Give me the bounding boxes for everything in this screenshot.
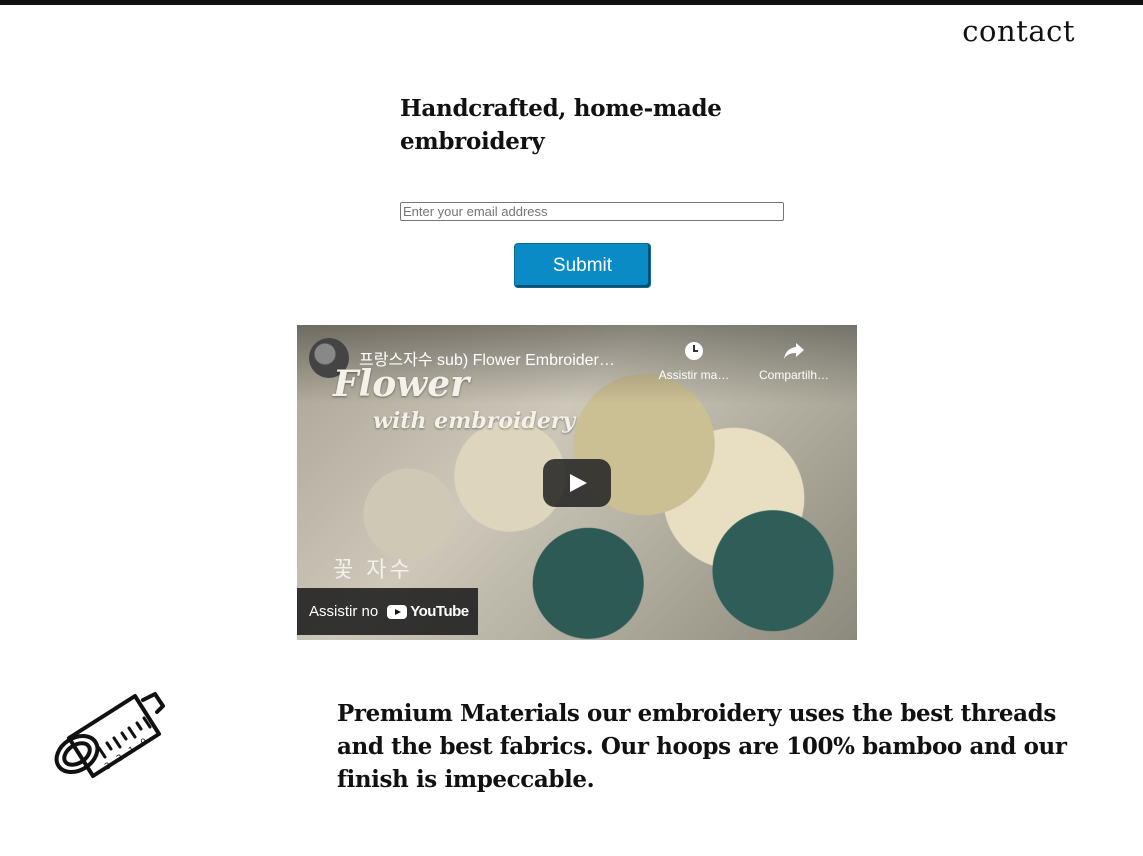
email-field[interactable]: [400, 202, 784, 221]
thumbnail-text-korean: 꽃 자수: [333, 558, 413, 583]
submit-button[interactable]: Submit: [515, 244, 650, 287]
youtube-logo-text: YouTube: [410, 603, 469, 620]
clock-icon: [653, 337, 735, 363]
watch-later-label: Assistir ma…: [658, 368, 730, 382]
share-button[interactable]: Compartilh…: [753, 337, 835, 382]
youtube-video-embed[interactable]: 프랑스자수 sub) Flower Embroider… Assistir ma…: [297, 325, 857, 640]
watch-on-youtube-button[interactable]: Assistir no YouTube: [297, 588, 478, 635]
watch-later-button[interactable]: Assistir ma…: [653, 337, 735, 382]
share-icon: [753, 337, 835, 363]
youtube-logo-icon: YouTube: [387, 603, 469, 620]
watch-on-label: Assistir no: [309, 603, 379, 620]
play-button[interactable]: [543, 459, 611, 507]
feature-description: Premium Materials our embroidery uses th…: [337, 700, 1067, 793]
thumbnail-text-flower: Flower: [333, 363, 470, 405]
share-label: Compartilh…: [758, 368, 830, 382]
contact-link[interactable]: contact: [962, 14, 1075, 48]
sewing-ruler-icon: 3 2 1 0: [54, 692, 165, 778]
thumbnail-text-embroidery: with embroidery: [373, 408, 576, 434]
top-border: [0, 0, 1143, 5]
page: contact Handcrafted, home-made embroider…: [0, 0, 1143, 856]
page-title: Handcrafted, home-made embroidery: [400, 95, 722, 155]
